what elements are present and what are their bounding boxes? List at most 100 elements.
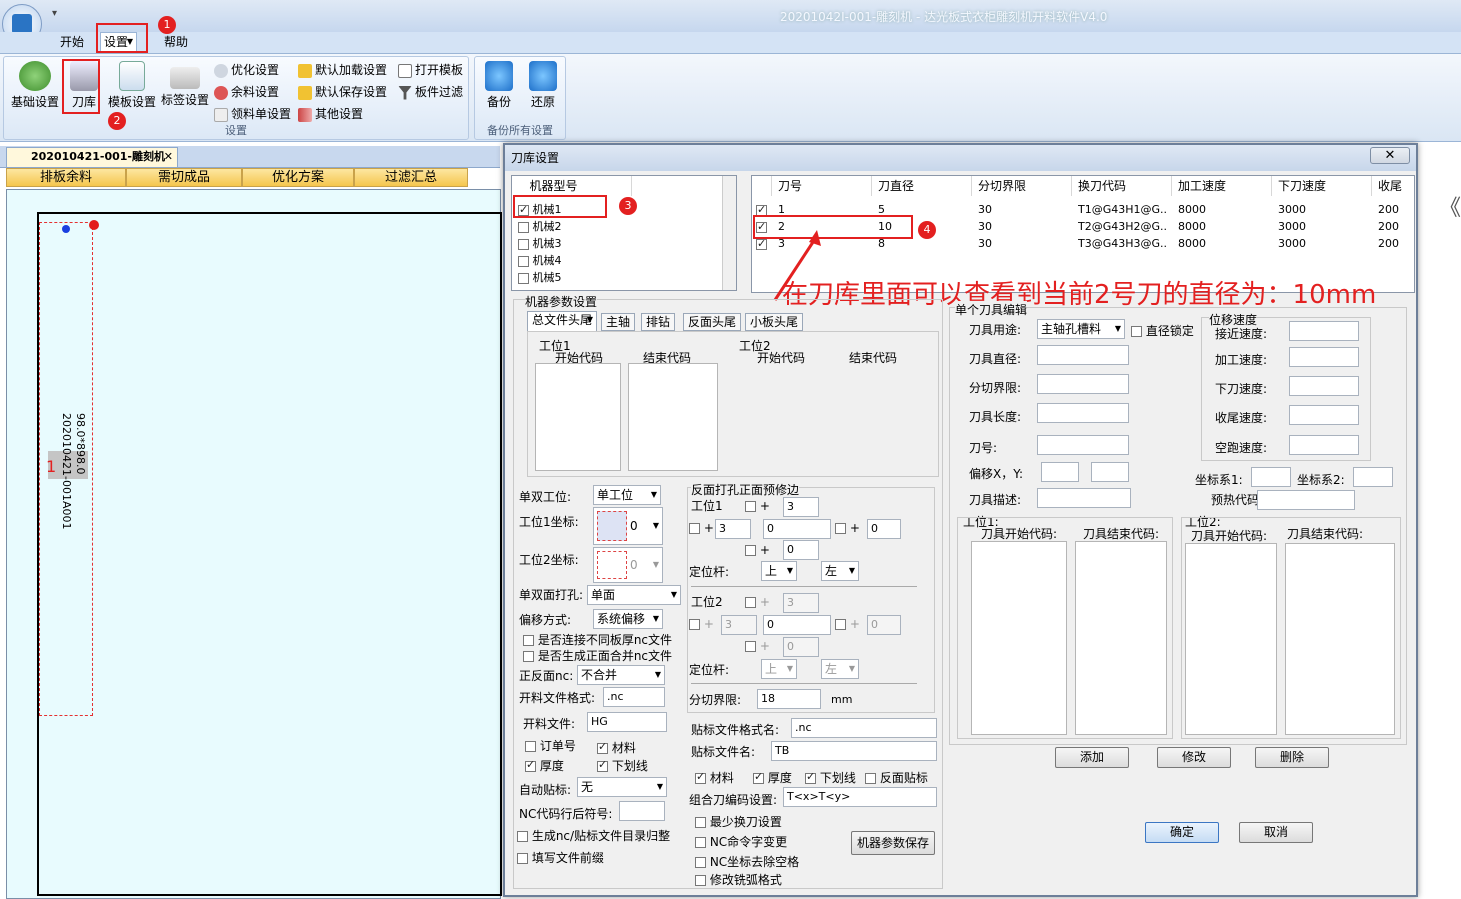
back-st1-left-checkbox[interactable]: + — [689, 521, 714, 535]
label-settings-button[interactable]: 标签设置 — [158, 61, 212, 108]
template-settings-button[interactable]: 模板设置 — [106, 61, 158, 110]
ok-button[interactable]: 确定 — [1145, 822, 1219, 843]
back-st2-bottom-input[interactable]: 0 — [783, 637, 819, 657]
delete-tool-button[interactable]: 删除 — [1255, 747, 1329, 768]
nc-command-checkbox[interactable]: NC命令字变更 — [695, 833, 787, 850]
plunge-speed-input[interactable] — [1289, 376, 1359, 396]
label-thickness-checkbox[interactable]: 厚度 — [753, 769, 792, 786]
picking-list-settings-button[interactable]: 领料单设置 — [214, 105, 291, 122]
usage-select[interactable]: 主轴孔槽料 — [1037, 319, 1125, 339]
other-settings-button[interactable]: 其他设置 — [298, 105, 363, 122]
document-tab[interactable]: 202010421-001-雕刻机 ✕ — [6, 147, 178, 167]
tab-start[interactable]: 开始 — [52, 32, 92, 54]
tab-optimize-plan[interactable]: 优化方案 — [242, 168, 354, 187]
process-speed-input[interactable] — [1289, 347, 1359, 367]
preheat-input[interactable] — [1257, 490, 1355, 510]
offset-y-input[interactable] — [1091, 462, 1129, 482]
label-reverse-checkbox[interactable]: 反面贴标 — [865, 769, 928, 786]
panel-filter-button[interactable]: 板件过滤 — [398, 83, 463, 100]
approach-speed-input[interactable] — [1289, 321, 1359, 341]
label-format-input[interactable]: .nc — [791, 718, 937, 738]
back-st1-bottom-input[interactable]: 0 — [783, 540, 819, 560]
min-tool-change-checkbox[interactable]: 最少换刀设置 — [695, 813, 782, 830]
back-st1-top-input[interactable]: 3 — [783, 497, 819, 517]
length-input[interactable] — [1037, 403, 1129, 423]
save-machine-params-button[interactable]: 机器参数保存 — [851, 831, 935, 855]
tab-back-head-tail[interactable]: 反面头尾 — [683, 313, 742, 331]
finish-speed-input[interactable] — [1289, 405, 1359, 425]
machine-checkbox[interactable] — [518, 255, 529, 267]
auto-label-select[interactable]: 无 — [577, 777, 667, 797]
close-tab-icon[interactable]: ✕ — [164, 148, 173, 166]
cut-limit2-input[interactable] — [1037, 374, 1129, 394]
tab-small-board[interactable]: 小板头尾 — [745, 313, 804, 331]
back-st2-pos-lr[interactable]: 左 — [821, 659, 859, 679]
edit-st2-start-code[interactable] — [1185, 543, 1277, 735]
tab-drill-row[interactable]: 排钻 — [641, 313, 676, 331]
back-st2-pos-ud[interactable]: 上 — [761, 659, 797, 679]
desc-input[interactable] — [1037, 488, 1131, 508]
back-st1-pos-lr[interactable]: 左 — [821, 561, 859, 581]
tab-filter-summary[interactable]: 过滤汇总 — [354, 168, 468, 187]
connect-nc-checkbox[interactable]: 是否连接不同板厚nc文件 — [523, 631, 672, 648]
machine-list-scrollbar[interactable] — [722, 176, 736, 290]
edit-st1-start-code[interactable] — [971, 541, 1067, 735]
add-tool-button[interactable]: 添加 — [1055, 747, 1129, 768]
offset-mode-select[interactable]: 系统偏移 — [593, 609, 663, 629]
open-template-button[interactable]: 打开模板 — [398, 61, 463, 78]
cut-limit-input[interactable]: 18 — [757, 689, 821, 709]
tab-layout-remnant[interactable]: 排板余料 — [6, 168, 126, 187]
edit-st1-end-code[interactable] — [1075, 541, 1167, 735]
remnant-settings-button[interactable]: 余料设置 — [214, 83, 279, 100]
label-name-input[interactable]: TB — [771, 741, 937, 761]
tool-no-input[interactable] — [1037, 435, 1129, 455]
back-st1-right-input[interactable]: 0 — [867, 519, 901, 539]
label-material-checkbox[interactable]: 材料 — [695, 769, 734, 786]
quick-access-dropdown[interactable]: ▾ — [52, 8, 57, 19]
nc-coord-space-checkbox[interactable]: NC坐标去除空格 — [695, 853, 799, 870]
cancel-button[interactable]: 取消 — [1239, 822, 1313, 843]
back-st1-left-input[interactable]: 3 — [715, 519, 751, 539]
modify-tool-button[interactable]: 修改 — [1157, 747, 1231, 768]
label-underline-checkbox[interactable]: 下划线 — [805, 769, 856, 786]
coord1-input[interactable] — [1251, 467, 1291, 487]
back-st2-left-input[interactable]: 3 — [721, 615, 757, 635]
restore-button[interactable]: 还原 — [525, 61, 561, 110]
machine-checkbox[interactable] — [518, 272, 529, 284]
combo-code-input[interactable]: T<x>T<y> — [783, 787, 937, 807]
back-st1-pos-ud[interactable]: 上 — [761, 561, 797, 581]
underline-checkbox[interactable]: 下划线 — [597, 757, 648, 774]
material-checkbox[interactable]: 材料 — [597, 739, 636, 756]
file-prefix-checkbox[interactable]: 填写文件前缀 — [517, 849, 604, 866]
station1-start-code[interactable] — [535, 363, 621, 471]
order-no-checkbox[interactable]: 订单号 — [525, 737, 576, 754]
machine-checkbox[interactable] — [518, 221, 529, 233]
back-st2-right-checkbox[interactable]: + — [835, 617, 860, 631]
coord2-input[interactable] — [1353, 467, 1393, 487]
nc-suffix-input[interactable] — [619, 801, 665, 821]
default-save-settings-button[interactable]: 默认保存设置 — [298, 83, 387, 100]
back-st2-top-input[interactable]: 3 — [783, 593, 819, 613]
back-st2-center[interactable]: 0 — [763, 615, 831, 635]
idle-speed-input[interactable] — [1289, 435, 1359, 455]
machine-row[interactable]: 机械4 — [518, 253, 562, 269]
optimize-settings-button[interactable]: 优化设置 — [214, 61, 279, 78]
file-format-input[interactable]: .nc — [603, 687, 665, 707]
backup-button[interactable]: 备份 — [481, 61, 517, 110]
merge-nc-checkbox[interactable]: 是否生成正面合并nc文件 — [523, 647, 672, 664]
back-st1-right-checkbox[interactable]: + — [835, 521, 860, 535]
edit-st2-end-code[interactable] — [1285, 543, 1395, 735]
tab-cut-products[interactable]: 需切成品 — [126, 168, 242, 187]
back-st1-center[interactable]: 0 — [763, 519, 831, 539]
back-st2-left-checkbox[interactable]: + — [689, 617, 714, 631]
file-name-input[interactable]: HG — [587, 712, 667, 732]
diameter-input[interactable] — [1037, 345, 1129, 365]
tool-checkbox[interactable] — [756, 202, 767, 218]
back-st1-top-checkbox[interactable]: + — [745, 499, 770, 513]
tab-file-head-tail[interactable]: 总文件头尾 — [527, 311, 598, 331]
machine-row[interactable]: 机械5 — [518, 270, 562, 286]
thickness-checkbox[interactable]: 厚度 — [525, 757, 564, 774]
machine-list[interactable]: 机器型号 机械1 机械2 机械3 机械4 机械5 — [511, 175, 737, 291]
arc-format-checkbox[interactable]: 修改铣弧格式 — [695, 871, 782, 888]
part-panel[interactable]: 1 202010421-001A001 98.0*898.0 — [39, 220, 99, 716]
